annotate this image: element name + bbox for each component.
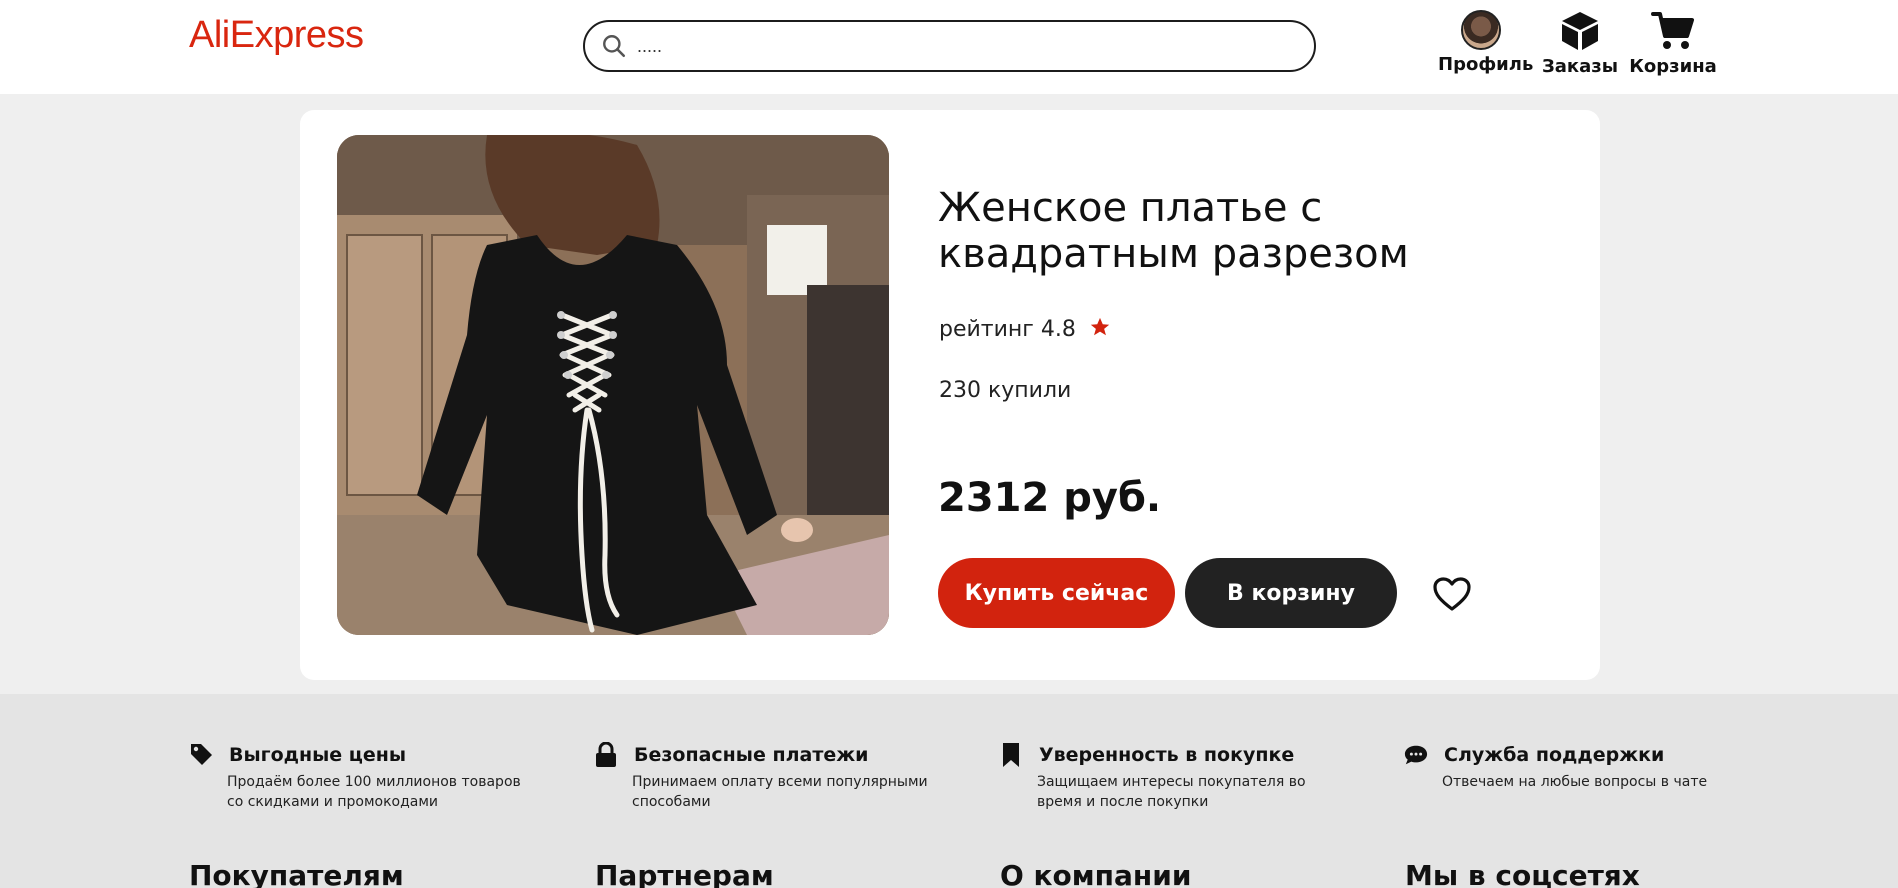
rating-label: рейтинг 4.8 xyxy=(939,317,1076,342)
feature-desc: Принимаем оплату всеми популярными спосо… xyxy=(632,774,928,810)
box-icon[interactable] xyxy=(1560,10,1600,52)
sold-count: 230 купили xyxy=(939,378,1072,403)
feature-desc: Продаём более 100 миллионов товаров со с… xyxy=(227,774,521,810)
avatar[interactable] xyxy=(1460,10,1501,50)
product-rating: рейтинг 4.8 xyxy=(939,316,1111,342)
product-image[interactable] xyxy=(337,135,889,635)
nav-profile-label[interactable]: Профиль xyxy=(1438,54,1533,75)
heart-icon[interactable] xyxy=(1432,576,1472,612)
nav-profile[interactable]: Профиль xyxy=(1438,10,1533,75)
search-icon[interactable] xyxy=(601,33,627,59)
tag-icon xyxy=(191,744,212,765)
footer-heading-company[interactable]: О компании xyxy=(1000,859,1192,888)
nav-cart-label[interactable]: Корзина xyxy=(1629,56,1717,77)
favorite-button[interactable] xyxy=(1430,572,1474,616)
footer-heading-buyers[interactable]: Покупателям xyxy=(189,859,404,888)
footer-heading-social[interactable]: Мы в соцсетях xyxy=(1405,859,1640,888)
nav-orders-label[interactable]: Заказы xyxy=(1542,56,1618,77)
aliexpress-logo[interactable]: AliExpress xyxy=(189,14,364,57)
header: AliExpress Профиль Заказы Корзина xyxy=(0,0,1898,94)
bookmark-icon xyxy=(1003,743,1019,767)
footer-heading-partners[interactable]: Партнерам xyxy=(595,859,774,888)
product-price: 2312 руб. xyxy=(938,475,1162,521)
product-card: Женское платье с квадратным разрезом рей… xyxy=(300,110,1600,680)
nav-cart[interactable]: Корзина xyxy=(1628,10,1718,77)
footer: Выгодные цены Продаём более 100 миллионо… xyxy=(0,694,1898,888)
search-bar[interactable] xyxy=(583,20,1316,72)
product-photo xyxy=(337,135,889,635)
chat-icon xyxy=(1404,745,1428,765)
add-to-cart-button[interactable]: В корзину xyxy=(1185,558,1397,628)
feature-title: Выгодные цены xyxy=(229,744,407,766)
lock-icon xyxy=(596,742,616,767)
star-icon xyxy=(1090,317,1110,336)
feature-title: Безопасные платежи xyxy=(634,744,869,766)
feature-desc: Отвечаем на любые вопросы в чате xyxy=(1442,774,1708,790)
feature-title: Уверенность в покупке xyxy=(1039,744,1295,766)
product-title: Женское платье с квадратным разрезом xyxy=(938,185,1409,277)
feature-title: Служба поддержки xyxy=(1444,744,1665,766)
cart-icon[interactable] xyxy=(1651,10,1695,52)
buy-now-button[interactable]: Купить сейчас xyxy=(938,558,1175,628)
nav-orders[interactable]: Заказы xyxy=(1540,10,1620,77)
search-input[interactable] xyxy=(637,28,1297,64)
feature-desc: Защищаем интересы покупателя во время и … xyxy=(1037,774,1306,810)
